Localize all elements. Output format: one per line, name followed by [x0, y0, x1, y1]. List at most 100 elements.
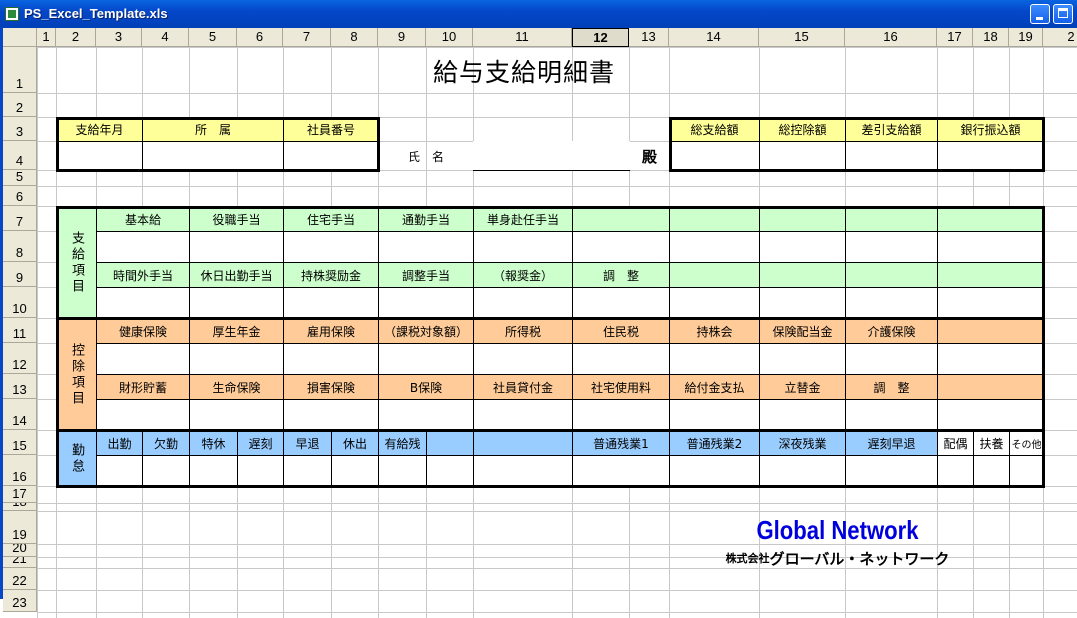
column-header-10[interactable]: 10: [426, 28, 473, 47]
item-value-cell[interactable]: [759, 399, 846, 431]
attendance-value-cell[interactable]: [96, 455, 143, 487]
column-header-19[interactable]: 19: [1009, 28, 1043, 47]
attendance-value-cell[interactable]: [759, 455, 846, 487]
item-value-cell[interactable]: [845, 287, 938, 319]
name-field[interactable]: [473, 141, 630, 171]
item-value-cell[interactable]: [937, 343, 1044, 375]
column-header-2[interactable]: 2: [56, 28, 96, 47]
item-value-cell[interactable]: [473, 287, 573, 319]
column-header-9[interactable]: 9: [378, 28, 426, 47]
item-value-cell[interactable]: [845, 399, 938, 431]
attendance-value-cell[interactable]: [937, 455, 974, 487]
attendance-value-cell[interactable]: [189, 455, 238, 487]
row-header-16[interactable]: 16: [3, 455, 37, 486]
item-value-cell[interactable]: [669, 231, 760, 263]
column-header-18[interactable]: 18: [973, 28, 1009, 47]
column-header-5[interactable]: 5: [189, 28, 237, 47]
column-header-17[interactable]: 17: [937, 28, 973, 47]
row-header-3[interactable]: 3: [3, 117, 37, 141]
row-header-4[interactable]: 4: [3, 141, 37, 170]
item-value-cell[interactable]: [189, 399, 284, 431]
column-header-6[interactable]: 6: [237, 28, 283, 47]
item-value-cell[interactable]: [283, 399, 379, 431]
item-value-cell[interactable]: [378, 287, 474, 319]
column-header-11[interactable]: 11: [473, 28, 572, 47]
attendance-value-cell[interactable]: [237, 455, 284, 487]
attendance-value-cell[interactable]: [283, 455, 332, 487]
row-header-21[interactable]: 21: [3, 557, 37, 568]
column-header-1[interactable]: 1: [37, 28, 56, 47]
item-value-cell[interactable]: [937, 231, 1044, 263]
select-all-corner[interactable]: [3, 28, 37, 47]
column-header-7[interactable]: 7: [283, 28, 331, 47]
attendance-value-cell[interactable]: [378, 455, 427, 487]
minimize-button[interactable]: [1030, 4, 1050, 24]
total-value-cell[interactable]: [845, 141, 938, 171]
row-header-7[interactable]: 7: [3, 206, 37, 231]
column-header-8[interactable]: 8: [331, 28, 378, 47]
item-value-cell[interactable]: [189, 343, 284, 375]
column-header-20[interactable]: 2: [1043, 28, 1077, 47]
item-value-cell[interactable]: [669, 343, 760, 375]
row-header-20[interactable]: 20: [3, 544, 37, 557]
item-value-cell[interactable]: [473, 399, 573, 431]
column-header-16[interactable]: 16: [845, 28, 937, 47]
row-header-12[interactable]: 12: [3, 343, 37, 374]
item-value-cell[interactable]: [378, 399, 474, 431]
column-header-12[interactable]: 12: [572, 28, 629, 47]
item-value-cell[interactable]: [378, 231, 474, 263]
item-value-cell[interactable]: [96, 343, 190, 375]
item-value-cell[interactable]: [189, 287, 284, 319]
column-header-3[interactable]: 3: [96, 28, 142, 47]
item-value-cell[interactable]: [572, 231, 670, 263]
item-value-cell[interactable]: [845, 231, 938, 263]
item-value-cell[interactable]: [572, 399, 670, 431]
item-value-cell[interactable]: [96, 231, 190, 263]
attendance-value-cell[interactable]: [669, 455, 760, 487]
row-header-15[interactable]: 15: [3, 430, 37, 455]
column-header-14[interactable]: 14: [669, 28, 759, 47]
row-header-1[interactable]: 1: [3, 47, 37, 93]
row-header-19[interactable]: 19: [3, 511, 37, 544]
item-value-cell[interactable]: [473, 231, 573, 263]
row-header-18[interactable]: 18: [3, 503, 37, 511]
item-value-cell[interactable]: [759, 343, 846, 375]
row-header-5[interactable]: 5: [3, 170, 37, 186]
item-value-cell[interactable]: [759, 231, 846, 263]
column-header-4[interactable]: 4: [142, 28, 189, 47]
attendance-value-cell[interactable]: [473, 455, 573, 487]
total-value-cell[interactable]: [669, 141, 760, 171]
row-header-10[interactable]: 10: [3, 287, 37, 318]
attendance-value-cell[interactable]: [142, 455, 190, 487]
item-value-cell[interactable]: [937, 287, 1044, 319]
item-value-cell[interactable]: [759, 287, 846, 319]
attendance-value-cell[interactable]: [426, 455, 474, 487]
item-value-cell[interactable]: [669, 399, 760, 431]
item-value-cell[interactable]: [189, 231, 284, 263]
item-value-cell[interactable]: [283, 343, 379, 375]
info-value-cell[interactable]: [283, 141, 379, 171]
column-header-15[interactable]: 15: [759, 28, 845, 47]
row-header-11[interactable]: 11: [3, 318, 37, 343]
row-header-23[interactable]: 23: [3, 590, 37, 612]
item-value-cell[interactable]: [283, 287, 379, 319]
row-header-2[interactable]: 2: [3, 93, 37, 117]
info-value-cell[interactable]: [142, 141, 284, 171]
attendance-value-cell[interactable]: [331, 455, 379, 487]
total-value-cell[interactable]: [937, 141, 1044, 171]
row-header-8[interactable]: 8: [3, 231, 37, 262]
row-header-14[interactable]: 14: [3, 399, 37, 430]
row-header-13[interactable]: 13: [3, 374, 37, 399]
item-value-cell[interactable]: [378, 343, 474, 375]
row-header-17[interactable]: 17: [3, 486, 37, 503]
item-value-cell[interactable]: [96, 287, 190, 319]
attendance-value-cell[interactable]: [572, 455, 670, 487]
row-header-9[interactable]: 9: [3, 262, 37, 287]
maximize-button[interactable]: [1053, 4, 1073, 24]
total-value-cell[interactable]: [759, 141, 846, 171]
row-header-6[interactable]: 6: [3, 186, 37, 206]
item-value-cell[interactable]: [572, 287, 670, 319]
item-value-cell[interactable]: [572, 343, 670, 375]
attendance-value-cell[interactable]: [973, 455, 1010, 487]
attendance-value-cell[interactable]: [1009, 455, 1044, 487]
